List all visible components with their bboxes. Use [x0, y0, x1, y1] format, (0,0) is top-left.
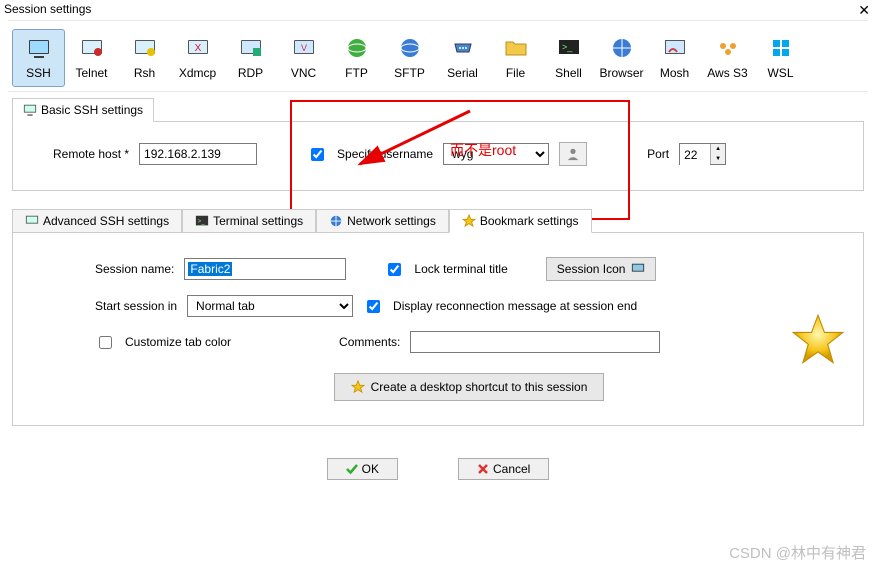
session-type-rdp[interactable]: RDP: [224, 29, 277, 87]
basic-ssh-tab[interactable]: Basic SSH settings: [12, 98, 154, 122]
port-label: Port: [647, 147, 669, 161]
window-title: Session settings: [4, 2, 91, 18]
session-type-rsh[interactable]: Rsh: [118, 29, 171, 87]
monitor-icon: [25, 214, 39, 228]
telnet-icon: [80, 36, 104, 60]
comments-input[interactable]: [410, 331, 660, 353]
cancel-button[interactable]: Cancel: [458, 458, 549, 480]
tab-advanced-ssh[interactable]: Advanced SSH settings: [12, 209, 182, 233]
bookmark-panel: Session name: Fabric2 Lock terminal titl…: [12, 232, 864, 426]
lock-title-label: Lock terminal title: [414, 262, 507, 276]
port-input[interactable]: [680, 144, 710, 166]
session-type-mosh[interactable]: Mosh: [648, 29, 701, 87]
session-type-wsl[interactable]: WSL: [754, 29, 807, 87]
rdp-icon: [239, 36, 263, 60]
monitor-icon: [23, 103, 37, 117]
tab-bookmark[interactable]: Bookmark settings: [449, 209, 592, 233]
star-decoration-icon: [791, 313, 845, 367]
serial-icon: [451, 36, 475, 60]
monitor-icon: [631, 262, 645, 276]
display-reconn-label: Display reconnection message at session …: [393, 299, 637, 313]
star-icon: [462, 214, 476, 228]
star-icon: [351, 380, 365, 394]
remote-host-input[interactable]: [139, 143, 257, 165]
session-type-awss3[interactable]: Aws S3: [701, 29, 754, 87]
port-down[interactable]: ▼: [711, 154, 725, 164]
session-type-toolbar: SSH Telnet Rsh X Xdmcp RDP V VNC FTP SFT…: [0, 21, 876, 91]
specify-username-label: Specify username: [337, 147, 433, 161]
session-type-file[interactable]: File: [489, 29, 542, 87]
port-up[interactable]: ▲: [711, 144, 725, 154]
terminal-icon: >_: [195, 214, 209, 228]
svg-text:V: V: [300, 43, 306, 53]
session-name-label: Session name:: [95, 262, 174, 276]
cross-icon: [477, 463, 489, 475]
session-type-ftp[interactable]: FTP: [330, 29, 383, 87]
session-icon-button[interactable]: Session Icon: [546, 257, 657, 281]
sftp-icon: [398, 36, 422, 60]
comments-label: Comments:: [339, 335, 400, 349]
tab-terminal[interactable]: >_ Terminal settings: [182, 209, 316, 233]
ok-button[interactable]: OK: [327, 458, 398, 480]
mosh-icon: [663, 36, 687, 60]
remote-host-label: Remote host *: [53, 147, 129, 161]
close-icon[interactable]: ✕: [858, 2, 870, 18]
session-name-input[interactable]: Fabric2: [184, 258, 346, 280]
display-reconn-checkbox[interactable]: [367, 300, 380, 313]
check-icon: [346, 463, 358, 475]
annotation-text: 而不是root: [450, 140, 516, 160]
session-type-browser[interactable]: Browser: [595, 29, 648, 87]
svg-text:>_: >_: [198, 218, 206, 225]
session-type-vnc[interactable]: V VNC: [277, 29, 330, 87]
wsl-icon: [769, 36, 793, 60]
globe-icon: [329, 214, 343, 228]
user-icon: [566, 147, 580, 161]
xdmcp-icon: X: [186, 36, 210, 60]
username-browse-button[interactable]: [559, 142, 587, 166]
aws-icon: [716, 36, 740, 60]
browser-icon: [610, 36, 634, 60]
ssh-icon: [27, 36, 51, 60]
start-session-label: Start session in: [95, 299, 177, 313]
start-session-select[interactable]: Normal tab: [187, 295, 353, 317]
shell-icon: >_: [557, 36, 581, 60]
tab-network[interactable]: Network settings: [316, 209, 449, 233]
customize-tab-checkbox[interactable]: [99, 336, 112, 349]
session-type-ssh[interactable]: SSH: [12, 29, 65, 87]
svg-text:>_: >_: [562, 42, 573, 52]
session-type-xdmcp[interactable]: X Xdmcp: [171, 29, 224, 87]
session-type-sftp[interactable]: SFTP: [383, 29, 436, 87]
file-icon: [504, 36, 528, 60]
session-type-serial[interactable]: Serial: [436, 29, 489, 87]
rsh-icon: [133, 36, 157, 60]
watermark: CSDN @林中有神君: [729, 542, 866, 563]
basic-ssh-panel: Remote host * Specify username wyg Port …: [12, 121, 864, 191]
vnc-icon: V: [292, 36, 316, 60]
lock-title-checkbox[interactable]: [388, 263, 401, 276]
create-shortcut-button[interactable]: Create a desktop shortcut to this sessio…: [334, 373, 605, 401]
session-type-shell[interactable]: >_ Shell: [542, 29, 595, 87]
customize-tab-label: Customize tab color: [125, 335, 231, 349]
session-type-telnet[interactable]: Telnet: [65, 29, 118, 87]
session-type-label: SSH: [26, 66, 51, 80]
ftp-icon: [345, 36, 369, 60]
port-spinner[interactable]: ▲▼: [679, 143, 726, 165]
specify-username-checkbox[interactable]: [311, 148, 324, 161]
svg-text:X: X: [194, 43, 201, 54]
